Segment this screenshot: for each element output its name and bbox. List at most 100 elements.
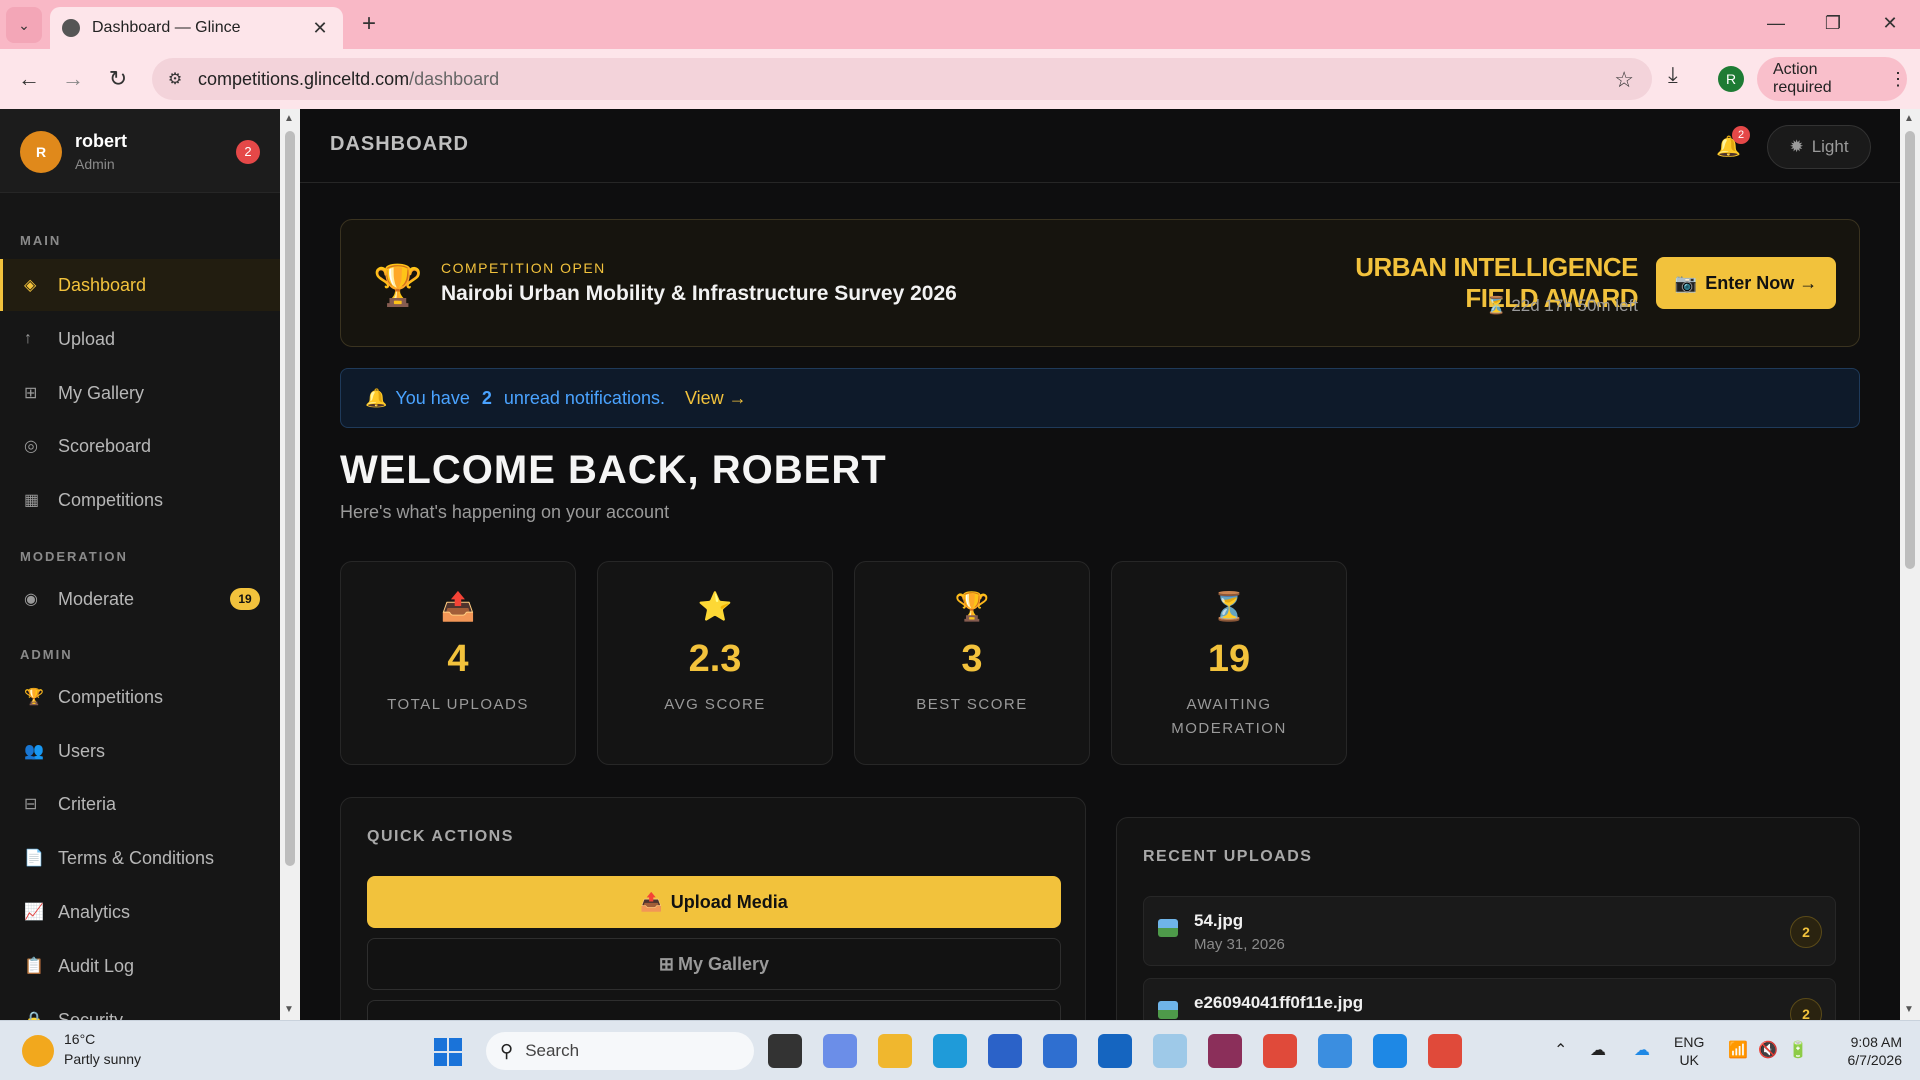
checkered-flag-icon: ▦ bbox=[24, 492, 40, 509]
sidebar-item-admin-competitions[interactable]: 🏆 Competitions bbox=[0, 671, 280, 723]
chart-icon: 📈 bbox=[24, 904, 44, 921]
winrar-icon[interactable] bbox=[1208, 1034, 1242, 1068]
diamond-icon: ◈ bbox=[24, 277, 37, 294]
radio-icon: ◉ bbox=[24, 591, 38, 608]
main-scrollbar[interactable]: ▲ ▼ bbox=[1900, 109, 1920, 1020]
profile-avatar[interactable]: R bbox=[1718, 66, 1744, 92]
scroll-up-icon[interactable]: ▲ bbox=[284, 113, 294, 124]
competition-name: Nairobi Urban Mobility & Infrastructure … bbox=[441, 282, 957, 305]
volume-mute-icon[interactable]: 🔇 bbox=[1758, 1040, 1778, 1060]
sidebar-item-moderate[interactable]: ◉ Moderate 19 bbox=[0, 573, 280, 625]
scroll-down-icon[interactable]: ▼ bbox=[1904, 1004, 1914, 1015]
file-date: May 31, 2026 bbox=[1194, 936, 1285, 953]
action-required-button[interactable]: Action required ⋮ bbox=[1757, 57, 1907, 101]
upload-media-button[interactable]: 📤 Upload Media bbox=[367, 876, 1061, 928]
sun-icon: ✹ bbox=[1789, 137, 1804, 156]
vscode-icon[interactable] bbox=[1373, 1034, 1407, 1068]
task-view-icon[interactable] bbox=[768, 1034, 802, 1068]
sidebar-item-terms[interactable]: 📄 Terms & Conditions bbox=[0, 832, 280, 884]
url-text: competitions.glinceltd.com/dashboard bbox=[198, 68, 500, 89]
wifi-icon[interactable]: 📶 bbox=[1728, 1040, 1748, 1060]
my-gallery-button[interactable]: ⊞ My Gallery bbox=[367, 938, 1061, 990]
stat-card-awaiting-moderation: ⏳ 19 AWAITING MODERATION bbox=[1111, 561, 1347, 765]
sidebar-item-competitions[interactable]: ▦ Competitions bbox=[0, 474, 280, 526]
edge-icon[interactable] bbox=[933, 1034, 967, 1068]
inbox-upload-icon: 📤 bbox=[440, 591, 476, 622]
store-icon[interactable] bbox=[988, 1034, 1022, 1068]
browser-tab[interactable]: Dashboard — Glince ✕ bbox=[50, 7, 343, 49]
stat-label: BEST SCORE bbox=[916, 696, 1028, 713]
globe-icon bbox=[62, 19, 80, 37]
forward-button[interactable]: → bbox=[56, 62, 90, 96]
user-card[interactable]: R robert Admin 2 bbox=[0, 109, 280, 193]
sidebar-item-my-gallery[interactable]: ⊞ My Gallery bbox=[0, 367, 280, 419]
tab-search-button[interactable]: ⌄ bbox=[6, 7, 42, 43]
download-icon[interactable]: ⤓ bbox=[1668, 62, 1678, 88]
section-label-main: MAIN bbox=[20, 233, 62, 248]
clock[interactable]: 9:08 AM 6/7/2026 bbox=[1832, 1033, 1903, 1069]
stat-value: 3 bbox=[961, 638, 983, 680]
sidebar-item-analytics[interactable]: 📈 Analytics bbox=[0, 886, 280, 938]
reload-button[interactable]: ↻ bbox=[101, 62, 135, 96]
score-badge: 2 bbox=[1790, 916, 1822, 948]
search-icon: ⚲ bbox=[500, 1040, 514, 1061]
list-item[interactable]: 54.jpg May 31, 2026 2 bbox=[1143, 896, 1836, 966]
sidebar-item-upload[interactable]: ↑ Upload bbox=[0, 313, 280, 365]
bookmark-star-icon[interactable]: ☆ bbox=[1614, 67, 1634, 93]
windows-start-icon[interactable] bbox=[434, 1038, 462, 1066]
sidebar-item-criteria[interactable]: ⊟ Criteria bbox=[0, 778, 280, 830]
chevron-down-icon: ⌄ bbox=[18, 16, 30, 33]
stat-value: 19 bbox=[1207, 638, 1251, 680]
file-name: e26094041ff0f11e.jpg bbox=[1194, 993, 1364, 1012]
arrow-up-icon: ↑ bbox=[24, 330, 32, 347]
sidebar-item-users[interactable]: 👥 Users bbox=[0, 725, 280, 777]
sidebar-item-dashboard[interactable]: ◈ Dashboard bbox=[0, 259, 280, 311]
competition-banner: 🏆 COMPETITION OPEN Nairobi Urban Mobilit… bbox=[340, 219, 1860, 347]
m365-icon[interactable] bbox=[823, 1034, 857, 1068]
taskbar-search[interactable]: ⚲ Search bbox=[486, 1032, 754, 1070]
weather-sun-icon[interactable] bbox=[22, 1035, 54, 1067]
onedrive-icon[interactable]: ☁ bbox=[1634, 1040, 1650, 1060]
sidebar-scroll-thumb[interactable] bbox=[285, 131, 295, 866]
back-button[interactable]: ← bbox=[12, 62, 46, 96]
enter-now-button[interactable]: 📷 Enter Now → bbox=[1656, 257, 1836, 309]
close-window-button[interactable]: ✕ bbox=[1870, 8, 1910, 38]
network-icon[interactable]: ☁ bbox=[1590, 1040, 1606, 1060]
language-indicator[interactable]: ENG UK bbox=[1674, 1033, 1704, 1069]
view-notifications-link[interactable]: View → bbox=[685, 388, 747, 409]
scroll-down-icon[interactable]: ▼ bbox=[284, 1004, 294, 1015]
recent-uploads-title: RECENT UPLOADS bbox=[1143, 848, 1313, 865]
app-icon[interactable] bbox=[1153, 1034, 1187, 1068]
upload-icon: 📤 bbox=[640, 891, 663, 912]
chrome-icon[interactable] bbox=[1263, 1034, 1297, 1068]
windows-taskbar: 16°C Partly sunny ⚲ Search ⌃ ☁ ☁ ENG UK … bbox=[0, 1020, 1920, 1080]
site-info-icon[interactable]: ⚙ bbox=[152, 69, 198, 89]
main-scroll-thumb[interactable] bbox=[1905, 131, 1915, 569]
sidebar-item-audit-log[interactable]: 📋 Audit Log bbox=[0, 940, 280, 992]
welcome-heading: WELCOME BACK, ROBERT bbox=[340, 448, 887, 492]
avatar: R bbox=[20, 131, 62, 173]
app-icon[interactable] bbox=[1043, 1034, 1077, 1068]
sidebar-item-scoreboard[interactable]: ◎ Scoreboard bbox=[0, 420, 280, 472]
sidebar-item-security[interactable]: 🔒 Security bbox=[0, 994, 280, 1021]
chevron-up-icon[interactable]: ⌃ bbox=[1554, 1040, 1567, 1060]
stat-card-total-uploads: 📤 4 TOTAL UPLOADS bbox=[340, 561, 576, 765]
file-explorer-icon[interactable] bbox=[878, 1034, 912, 1068]
theme-toggle-button[interactable]: ✹ Light bbox=[1767, 125, 1871, 169]
close-tab-icon[interactable]: ✕ bbox=[309, 18, 331, 39]
chrome-icon[interactable] bbox=[1428, 1034, 1462, 1068]
minimize-button[interactable]: — bbox=[1756, 8, 1796, 38]
stat-label: TOTAL UPLOADS bbox=[387, 696, 529, 713]
notepad-icon[interactable] bbox=[1318, 1034, 1352, 1068]
top-bar: DASHBOARD 🔔 2 ✹ Light bbox=[300, 109, 1900, 183]
outlook-icon[interactable] bbox=[1098, 1034, 1132, 1068]
new-tab-button[interactable]: + bbox=[354, 10, 384, 40]
quick-action-button[interactable] bbox=[367, 1000, 1061, 1020]
sidebar-scrollbar[interactable]: ▲ ▼ bbox=[280, 109, 300, 1020]
file-name: 54.jpg bbox=[1194, 911, 1244, 930]
battery-icon[interactable]: 🔋 bbox=[1788, 1040, 1808, 1060]
list-item[interactable]: e26094041ff0f11e.jpg 2 bbox=[1143, 978, 1836, 1020]
address-bar[interactable]: ⚙ competitions.glinceltd.com/dashboard ☆ bbox=[152, 58, 1652, 100]
scroll-up-icon[interactable]: ▲ bbox=[1904, 113, 1914, 124]
restore-button[interactable]: ❐ bbox=[1813, 8, 1853, 38]
